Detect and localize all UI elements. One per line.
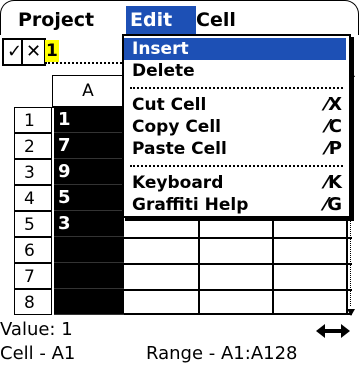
menu-separator — [130, 87, 343, 89]
cell-edit-value: 1 — [45, 40, 59, 62]
command-stroke-icon: ⁄P — [325, 138, 342, 159]
value-status: Value: 1 — [0, 319, 73, 340]
menu-edit[interactable]: Edit — [126, 6, 196, 34]
grid-cell[interactable] — [54, 237, 124, 263]
row-label[interactable]: 6 — [14, 237, 52, 263]
grid-line — [124, 237, 352, 239]
command-stroke-icon: ⁄C — [325, 116, 342, 137]
row-labels: 1 2 3 4 5 6 7 8 — [14, 107, 52, 315]
grid-cell[interactable] — [54, 263, 124, 289]
row-label[interactable]: 4 — [14, 185, 52, 211]
horizontal-scroll-icon[interactable] — [316, 322, 350, 340]
grid-cell[interactable]: 5 — [54, 185, 124, 211]
column-header-a[interactable]: A — [52, 75, 124, 108]
menu-item-insert[interactable]: Insert — [124, 38, 346, 60]
grid-cell[interactable]: 3 — [54, 211, 124, 237]
menu-cell[interactable]: Cell — [196, 6, 236, 34]
menu-separator — [130, 165, 343, 167]
grid-line — [124, 263, 352, 265]
menu-item-cut-cell[interactable]: Cut Cell ⁄X — [124, 94, 346, 116]
row-label[interactable]: 8 — [14, 289, 52, 315]
cancel-button[interactable]: ✕ — [21, 38, 46, 66]
command-stroke-icon: ⁄K — [325, 172, 342, 193]
cell-status: Cell - A1 — [0, 343, 76, 364]
grid-line — [124, 313, 352, 315]
menu-item-copy-cell[interactable]: Copy Cell ⁄C — [124, 116, 346, 138]
menu-item-keyboard[interactable]: Keyboard ⁄K — [124, 172, 346, 194]
row-label[interactable]: 1 — [14, 107, 52, 133]
row-label[interactable]: 2 — [14, 133, 52, 159]
grid-line — [124, 289, 352, 291]
command-stroke-icon: ⁄X — [325, 94, 342, 115]
row-label[interactable]: 7 — [14, 263, 52, 289]
scroll-down-icon[interactable] — [347, 309, 355, 316]
column-a-cells: 1 7 9 5 3 — [54, 107, 124, 315]
command-stroke-icon: ⁄G — [324, 194, 342, 215]
row-label[interactable]: 3 — [14, 159, 52, 185]
grid-cell[interactable]: 7 — [54, 133, 124, 159]
cell-edit-field[interactable]: 1 — [45, 40, 125, 64]
menu-item-paste-cell[interactable]: Paste Cell ⁄P — [124, 138, 346, 160]
menu-bar: Project Edit Cell — [0, 0, 359, 35]
menu-item-delete[interactable]: Delete — [124, 60, 346, 82]
grid-cell[interactable]: 1 — [54, 107, 124, 133]
grid-cell[interactable]: 9 — [54, 159, 124, 185]
menu-project[interactable]: Project — [18, 6, 94, 34]
range-status: Range - A1:A128 — [146, 343, 298, 364]
row-label[interactable]: 5 — [14, 211, 52, 237]
menu-item-graffiti-help[interactable]: Graffiti Help ⁄G — [124, 194, 346, 216]
grid-cell[interactable] — [54, 289, 124, 315]
edit-menu-dropdown: Insert Delete Cut Cell ⁄X Copy Cell ⁄C P… — [122, 34, 351, 218]
